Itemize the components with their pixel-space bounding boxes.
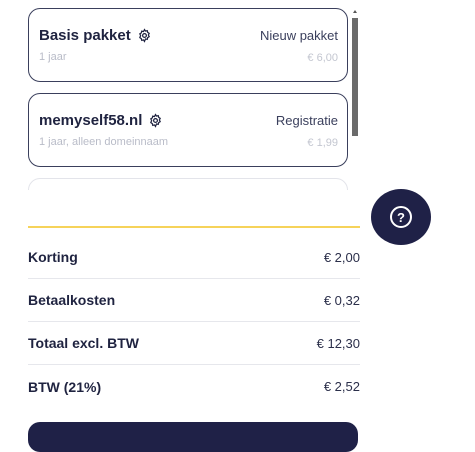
summary-label: Korting xyxy=(28,249,78,265)
summary-row-korting: Korting € 2,00 xyxy=(28,236,360,279)
checkout-button[interactable] xyxy=(28,422,358,452)
cart-item-title: memyself58.nl xyxy=(39,112,163,129)
summary-value: € 2,00 xyxy=(323,249,360,265)
cart-scrollbar[interactable] xyxy=(352,8,358,180)
summary-value: € 12,30 xyxy=(316,335,360,351)
help-question-icon: ? xyxy=(390,206,412,228)
summary-value: € 0,32 xyxy=(323,292,360,308)
summary-row-totaal-excl-btw: Totaal excl. BTW € 12,30 xyxy=(28,322,360,365)
cart-item-title: Basis pakket xyxy=(39,27,152,44)
summary-label: BTW (21%) xyxy=(28,378,102,395)
summary-value: € 2,52 xyxy=(323,379,360,394)
summary-row-betaalkosten: Betaalkosten € 0,32 xyxy=(28,279,360,322)
summary-row-btw: BTW (21%) € 2,52 xyxy=(28,365,360,408)
cart-item-duration: 1 jaar xyxy=(39,51,67,63)
cart-item-type: Registratie xyxy=(275,113,338,128)
cart-item-type: Nieuw pakket xyxy=(259,28,338,43)
scroll-up-arrow-icon[interactable] xyxy=(353,10,357,13)
summary-label: Betaalkosten xyxy=(28,292,116,308)
help-button[interactable]: ? xyxy=(371,189,431,245)
cart-item-duration: 1 jaar, alleen domeinnaam xyxy=(39,136,169,148)
summary-label: Totaal excl. BTW xyxy=(28,335,139,351)
gear-icon[interactable] xyxy=(137,28,152,43)
price-summary: Korting € 2,00 Betaalkosten € 0,32 Totaa… xyxy=(28,236,360,408)
cart-item-title-text: Basis pakket xyxy=(39,27,131,44)
cart-item-price: € 6,00 xyxy=(307,52,338,64)
cart-item-price: € 1,99 xyxy=(307,137,338,149)
cart-item-domain: memyself58.nl 1 jaar, alleen domeinnaam … xyxy=(28,93,348,167)
cart-item-basis-pakket: Basis pakket 1 jaar Nieuw pakket € 6,00 xyxy=(28,8,348,82)
cart-item-title-text: memyself58.nl xyxy=(39,112,143,129)
cart-item-partial xyxy=(28,178,348,190)
cart-items-list[interactable]: Basis pakket 1 jaar Nieuw pakket € 6,00 … xyxy=(0,0,362,190)
summary-divider xyxy=(28,226,360,228)
scrollbar-thumb[interactable] xyxy=(352,18,358,136)
gear-icon[interactable] xyxy=(148,113,163,128)
